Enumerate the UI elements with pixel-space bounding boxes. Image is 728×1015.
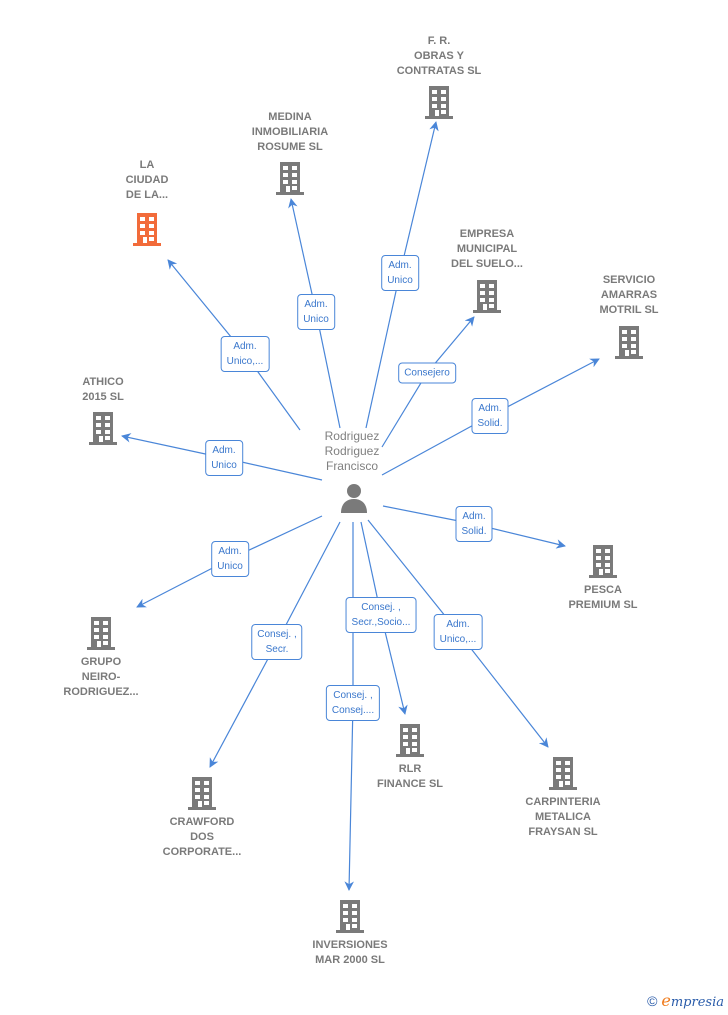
company-label-medina[interactable]: MEDINA INMOBILIARIA ROSUME SL — [225, 110, 355, 155]
person-icon[interactable] — [338, 482, 370, 514]
building-icon[interactable] — [613, 324, 645, 360]
building-icon[interactable] — [334, 898, 366, 934]
company-label-athico[interactable]: ATHICO 2015 SL — [38, 375, 168, 405]
company-label-servicio-amarras[interactable]: SERVICIO AMARRAS MOTRIL SL — [564, 273, 694, 318]
company-label-pesca-premium[interactable]: PESCA PREMIUM SL — [538, 583, 668, 613]
building-icon[interactable] — [87, 410, 119, 446]
relation-label-rlr-finance[interactable]: Consej. , Secr.,Socio... — [345, 597, 417, 633]
building-icon[interactable] — [547, 755, 579, 791]
relation-label-fr-obras[interactable]: Adm. Unico — [381, 255, 419, 291]
footer-brand: © empresia — [647, 991, 724, 1010]
company-label-carpinteria[interactable]: CARPINTERIA METALICA FRAYSAN SL — [498, 795, 628, 840]
relation-label-la-ciudad[interactable]: Adm. Unico,... — [220, 336, 270, 372]
building-icon[interactable] — [186, 775, 218, 811]
company-label-rlr-finance[interactable]: RLR FINANCE SL — [345, 762, 475, 792]
building-icon[interactable] — [85, 615, 117, 651]
company-label-fr-obras[interactable]: F. R. OBRAS Y CONTRATAS SL — [374, 34, 504, 79]
brand-logo-text: mpresia — [670, 995, 724, 1010]
building-icon[interactable] — [471, 278, 503, 314]
building-icon[interactable] — [131, 211, 163, 247]
relation-label-servicio-amarras[interactable]: Adm. Solid. — [471, 398, 509, 434]
building-icon[interactable] — [423, 84, 455, 120]
company-label-crawford[interactable]: CRAWFORD DOS CORPORATE... — [137, 815, 267, 860]
relation-label-medina[interactable]: Adm. Unico — [297, 294, 335, 330]
relation-label-crawford[interactable]: Consej. , Secr. — [251, 624, 303, 660]
relation-label-inversiones[interactable]: Consej. , Consej.... — [325, 685, 381, 721]
relation-label-grupo-neiro[interactable]: Adm. Unico — [211, 541, 249, 577]
copyright-icon: © — [647, 993, 658, 1009]
building-icon[interactable] — [274, 160, 306, 196]
building-icon[interactable] — [394, 722, 426, 758]
relation-label-pesca-premium[interactable]: Adm. Solid. — [455, 506, 493, 542]
company-label-la-ciudad[interactable]: LA CIUDAD DE LA... — [82, 158, 212, 203]
relation-label-carpinteria[interactable]: Adm. Unico,... — [433, 614, 483, 650]
relation-label-empresa-municipal[interactable]: Consejero — [398, 362, 456, 384]
company-label-inversiones[interactable]: INVERSIONES MAR 2000 SL — [285, 938, 415, 968]
building-icon[interactable] — [587, 543, 619, 579]
brand-logo-initial: e — [661, 991, 671, 1010]
relation-label-athico[interactable]: Adm. Unico — [205, 440, 243, 476]
center-person-name[interactable]: Rodriguez Rodriguez Francisco — [287, 429, 417, 474]
company-label-empresa-municipal[interactable]: EMPRESA MUNICIPAL DEL SUELO... — [422, 227, 552, 272]
company-label-grupo-neiro[interactable]: GRUPO NEIRO- RODRIGUEZ... — [36, 655, 166, 700]
